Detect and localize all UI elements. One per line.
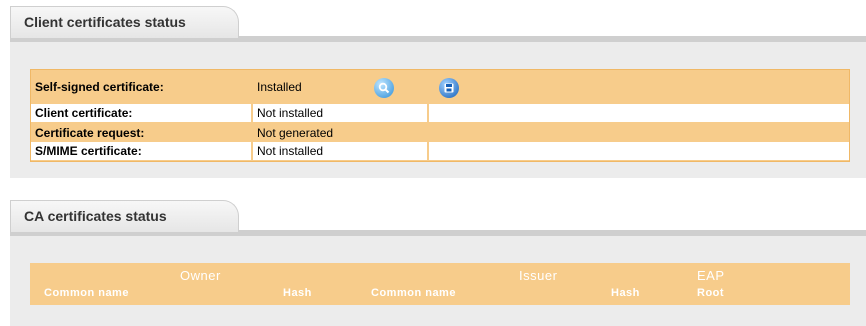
table-row: Self-signed certificate: Installed bbox=[31, 70, 849, 104]
table-row: Certificate request: Not generated bbox=[31, 123, 849, 142]
eap-group-header: EAP bbox=[697, 268, 725, 283]
row-status: Not installed bbox=[253, 104, 429, 123]
eap-root-header: Root bbox=[697, 287, 725, 299]
ca-certificates-table-header: Owner Issuer EAP Common name Hash Common… bbox=[30, 263, 850, 305]
owner-group-header: Owner bbox=[180, 268, 221, 283]
issuer-group-header: Issuer bbox=[519, 268, 558, 283]
row-label: Client certificate: bbox=[31, 104, 253, 123]
owner-hash-header: Hash bbox=[283, 287, 312, 299]
row-actions bbox=[429, 123, 849, 142]
row-label: Self-signed certificate: bbox=[35, 80, 164, 94]
row-label: S/MIME certificate: bbox=[31, 142, 253, 161]
row-status: Not installed bbox=[253, 142, 429, 161]
client-certificates-panel: Self-signed certificate: Installed Clien… bbox=[10, 6, 866, 178]
ca-certificates-panel: Owner Issuer EAP Common name Hash Common… bbox=[10, 200, 866, 326]
row-status: Not generated bbox=[257, 125, 334, 140]
row-actions bbox=[374, 70, 849, 104]
issuer-common-name-header: Common name bbox=[371, 287, 456, 299]
client-certificates-table: Self-signed certificate: Installed Clien… bbox=[30, 69, 850, 162]
save-icon[interactable] bbox=[439, 78, 459, 98]
row-label: Certificate request: bbox=[35, 125, 145, 140]
ca-certificates-tab: CA certificates status bbox=[10, 200, 239, 232]
client-certificates-body: Self-signed certificate: Installed Clien… bbox=[10, 36, 866, 178]
table-row: Client certificate: Not installed bbox=[31, 104, 849, 123]
row-status: Installed bbox=[257, 80, 302, 94]
search-icon[interactable] bbox=[374, 78, 394, 98]
row-actions bbox=[429, 104, 849, 123]
row-actions bbox=[429, 142, 849, 161]
owner-common-name-header: Common name bbox=[44, 287, 129, 299]
client-certificates-tab: Client certificates status bbox=[10, 6, 239, 38]
table-row: S/MIME certificate: Not installed bbox=[31, 142, 849, 161]
issuer-hash-header: Hash bbox=[611, 287, 640, 299]
